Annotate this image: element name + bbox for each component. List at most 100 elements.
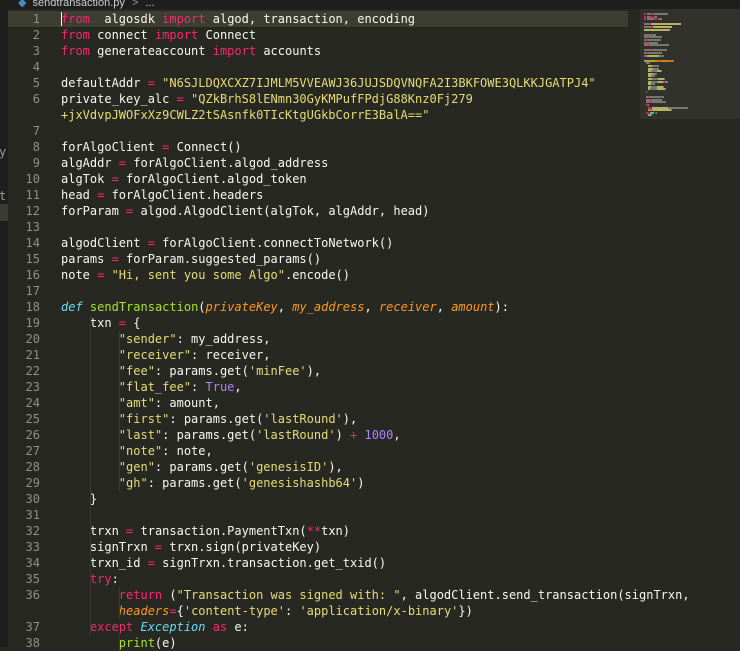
- code-line[interactable]: 37 except Exception as e:: [8, 619, 628, 635]
- code-token: import: [154, 28, 199, 42]
- code-text[interactable]: "sender": my_address,: [61, 331, 271, 347]
- code-editor[interactable]: 1 from algosdk import algod, transaction,…: [8, 9, 740, 651]
- code-line[interactable]: 2 from connect import Connect: [8, 27, 628, 43]
- code-line[interactable]: 32 trxn = transaction.PaymentTxn(**txn): [8, 523, 628, 539]
- code-line[interactable]: 18 def sendTransaction(privateKey, my_add…: [8, 299, 628, 315]
- minimap-stroke: [671, 109, 672, 112]
- code-line[interactable]: 11 head = forAlgoClient.headers: [8, 187, 628, 203]
- code-line[interactable]: 17: [8, 283, 628, 299]
- minimap-stroke: [649, 44, 669, 47]
- code-token: =: [147, 76, 155, 90]
- code-token: algTok: [61, 172, 112, 186]
- minimap-stroke: [657, 18, 662, 21]
- code-text[interactable]: txn = {: [61, 315, 141, 331]
- code-line[interactable]: 20 "sender": my_address,: [8, 331, 628, 347]
- code-text[interactable]: "fee": params.get('minFee'),: [61, 363, 321, 379]
- code-text[interactable]: headers={'content-type': 'application/x-…: [61, 603, 473, 619]
- code-token: as: [212, 620, 228, 634]
- code-text[interactable]: }: [61, 491, 97, 507]
- code-text[interactable]: "receiver": receiver,: [61, 347, 271, 363]
- code-line[interactable]: +jxVdvpJWOFxXz9CWLZ2tSAsnfk0TIcKtgUGkbCo…: [8, 107, 628, 123]
- code-text[interactable]: algTok = forAlgoClient.algod_token: [61, 171, 307, 187]
- code-line[interactable]: 7: [8, 123, 628, 139]
- code-text[interactable]: "amt": amount,: [61, 395, 220, 411]
- code-token: try: [61, 572, 112, 586]
- code-text[interactable]: forAlgoClient = Connect(): [61, 139, 242, 155]
- code-line[interactable]: 9 algAddr = forAlgoClient.algod_address: [8, 155, 628, 171]
- code-line[interactable]: 21 "receiver": receiver,: [8, 347, 628, 363]
- minimap[interactable]: [640, 9, 740, 647]
- code-token: "gh": [61, 476, 148, 490]
- code-text[interactable]: signTrxn = trxn.sign(privateKey): [61, 539, 321, 555]
- code-line[interactable]: 31: [8, 507, 628, 523]
- code-line[interactable]: 34 trxn_id = signTrxn.transaction.get_tx…: [8, 555, 628, 571]
- code-token: forAlgoClient.algod_address: [126, 156, 329, 170]
- minimap-stroke: [664, 88, 666, 91]
- code-text[interactable]: algAddr = forAlgoClient.algod_address: [61, 155, 328, 171]
- code-text[interactable]: from generateaccount import accounts: [61, 43, 321, 59]
- code-line[interactable]: 25 "first": params.get('lastRound'),: [8, 411, 628, 427]
- code-line[interactable]: 30 }: [8, 491, 628, 507]
- line-number: 28: [25, 460, 40, 474]
- code-text[interactable]: from connect import Connect: [61, 27, 256, 43]
- code-line[interactable]: 4: [8, 59, 628, 75]
- code-line[interactable]: 16 note = "Hi, sent you some Algo".encode…: [8, 267, 628, 283]
- code-token: signTrxn.transaction.get_txid(): [154, 556, 387, 570]
- code-text[interactable]: "gh": params.get('genesishashb64'): [61, 475, 365, 491]
- code-text[interactable]: "note": note,: [61, 443, 213, 459]
- code-text[interactable]: def sendTransaction(privateKey, my_addre…: [61, 299, 509, 315]
- code-line[interactable]: 22 "fee": params.get('minFee'),: [8, 363, 628, 379]
- code-token: .encode(): [284, 268, 351, 282]
- code-token: forAlgoClient.algod_token: [118, 172, 307, 186]
- breadcrumb-ellipsis[interactable]: ...: [145, 0, 154, 9]
- code-line[interactable]: 15 params = forParam.suggested_params(): [8, 251, 628, 267]
- code-line[interactable]: 23 "flat_fee": True,: [8, 379, 628, 395]
- code-text[interactable]: "first": params.get('lastRound'),: [61, 411, 357, 427]
- code-line[interactable]: 24 "amt": amount,: [8, 395, 628, 411]
- code-line[interactable]: 1 from algosdk import algod, transaction,…: [8, 11, 628, 27]
- code-text[interactable]: "gen": params.get('genesisID'),: [61, 459, 343, 475]
- code-line[interactable]: 14 algodClient = forAlgoClient.connectToN…: [8, 235, 628, 251]
- sidebar-selected-row[interactable]: [0, 204, 8, 221]
- code-text[interactable]: defaultAddr = "N6SJLDQXCXZ7IJMLM5VVEAWJ3…: [61, 75, 596, 91]
- code-text[interactable]: "last": params.get('lastRound') + 1000,: [61, 427, 401, 443]
- code-token: True: [205, 380, 235, 394]
- code-line[interactable]: 13: [8, 219, 628, 235]
- code-token: receiver: [378, 300, 437, 314]
- breadcrumb: ◆ sendtransaction.py > ...: [18, 0, 155, 9]
- code-text[interactable]: from algosdk import algod, transaction, …: [61, 11, 415, 27]
- code-line[interactable]: 38 print(e): [8, 635, 628, 651]
- code-line[interactable]: 6 private_key_alc = "QZkBrhS8lENmn30GyKMP…: [8, 91, 628, 107]
- code-text[interactable]: algodClient = forAlgoClient.connectToNet…: [61, 235, 393, 251]
- code-line[interactable]: 36 return ("Transaction was signed with:…: [8, 587, 690, 603]
- code-token: : params.get(: [162, 428, 257, 442]
- code-line[interactable]: 3 from generateaccount import accounts: [8, 43, 628, 59]
- code-text[interactable]: head = forAlgoClient.headers: [61, 187, 263, 203]
- code-line[interactable]: 12 forParam = algod.AlgodClient(algTok, a…: [8, 203, 628, 219]
- code-line[interactable]: headers={'content-type': 'application/x-…: [8, 603, 628, 619]
- code-line[interactable]: 26 "last": params.get('lastRound') + 100…: [8, 427, 628, 443]
- code-line[interactable]: 19 txn = {: [8, 315, 628, 331]
- code-line[interactable]: 35 try:: [8, 571, 628, 587]
- breadcrumb-file[interactable]: sendtransaction.py: [33, 0, 125, 9]
- code-text[interactable]: return ("Transaction was signed with: ",…: [61, 587, 690, 603]
- code-token: "N6SJLDQXCXZ7IJMLM5VVEAWJ36JUJSDQVNQFA2I…: [154, 76, 596, 90]
- code-text[interactable]: note = "Hi, sent you some Algo".encode(): [61, 267, 350, 283]
- code-line[interactable]: 29 "gh": params.get('genesishashb64'): [8, 475, 628, 491]
- code-token: trxn: [61, 524, 127, 538]
- code-line[interactable]: 33 signTrxn = trxn.sign(privateKey): [8, 539, 628, 555]
- code-text[interactable]: private_key_alc = "QZkBrhS8lENmn30GyKMPu…: [61, 91, 473, 107]
- code-line[interactable]: 8 forAlgoClient = Connect(): [8, 139, 628, 155]
- explorer-sidebar[interactable]: y t: [0, 9, 8, 647]
- code-line[interactable]: 10 algTok = forAlgoClient.algod_token: [8, 171, 628, 187]
- code-text[interactable]: "flat_fee": True,: [61, 379, 242, 395]
- code-line[interactable]: 28 "gen": params.get('genesisID'),: [8, 459, 628, 475]
- code-text[interactable]: trxn_id = signTrxn.transaction.get_txid(…: [61, 555, 386, 571]
- code-text[interactable]: params = forParam.suggested_params(): [61, 251, 321, 267]
- code-text[interactable]: trxn = transaction.PaymentTxn(**txn): [61, 523, 350, 539]
- code-text[interactable]: +jxVdvpJWOFxXz9CWLZ2tSAsnfk0TIcKtgUGkbCo…: [61, 107, 429, 123]
- code-line[interactable]: 5 defaultAddr = "N6SJLDQXCXZ7IJMLM5VVEAWJ…: [8, 75, 628, 91]
- code-line[interactable]: 27 "note": note,: [8, 443, 628, 459]
- code-text[interactable]: forParam = algod.AlgodClient(algTok, alg…: [61, 203, 429, 219]
